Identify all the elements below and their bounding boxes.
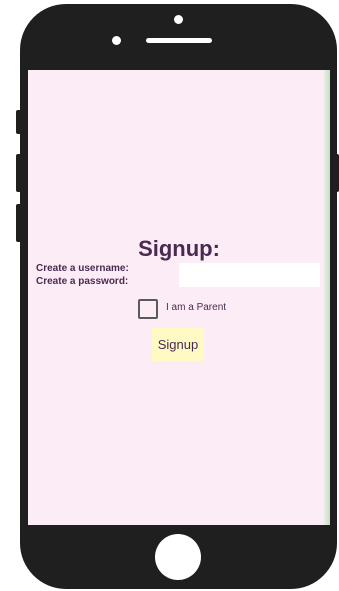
username-label: Create a username: [36, 263, 129, 274]
password-label: Create a password: [36, 276, 129, 287]
camera-icon [174, 15, 183, 24]
speaker-icon [146, 38, 212, 43]
signup-button[interactable]: Signup [152, 328, 204, 361]
parent-checkbox[interactable] [138, 299, 158, 319]
home-button[interactable] [155, 534, 201, 580]
front-camera-icon [112, 36, 121, 45]
username-input[interactable] [179, 263, 320, 287]
page-title: Signup: [138, 236, 220, 261]
screen-edge-shadow [324, 70, 330, 525]
app-screen: Signup: Create a username: Create a pass… [28, 70, 330, 525]
parent-checkbox-label: I am a Parent [166, 302, 227, 313]
